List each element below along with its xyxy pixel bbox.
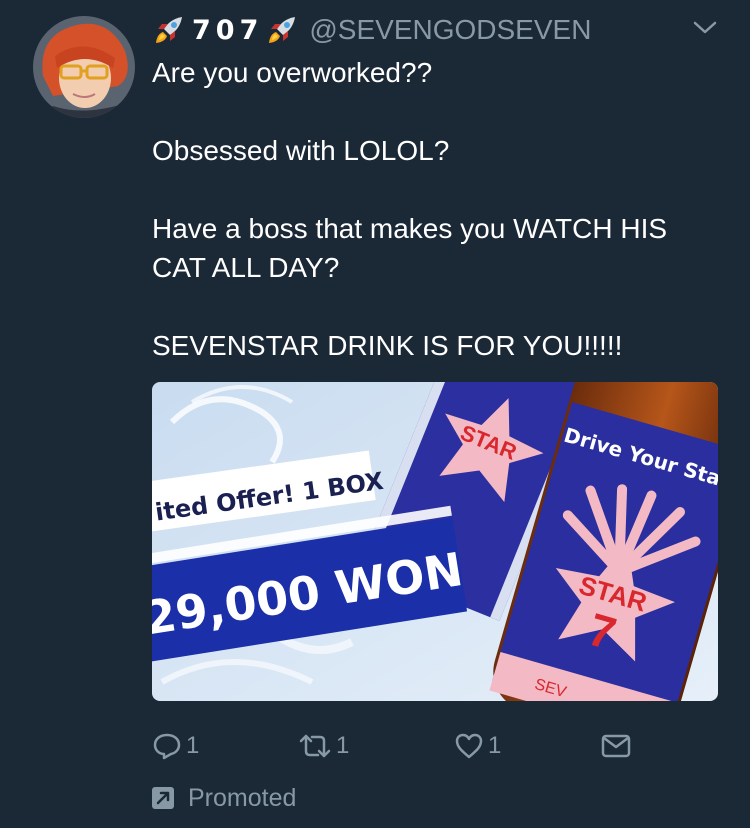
tweet-header: 707 @SEVENGODSEVEN <box>152 10 591 50</box>
like-count: 1 <box>488 732 502 759</box>
reply-count: 1 <box>186 732 200 759</box>
tweet-actions: 1 1 1 <box>152 726 632 766</box>
heart-icon <box>455 733 483 759</box>
display-name[interactable]: 707 <box>152 13 299 47</box>
tweet-paragraph: Are you overworked?? <box>152 57 433 88</box>
promoted-label[interactable]: Promoted <box>152 782 296 814</box>
reply-button[interactable]: 1 <box>152 726 199 766</box>
retweet-button[interactable]: 1 <box>298 726 349 766</box>
rocket-icon <box>269 17 296 43</box>
retweet-icon <box>299 734 331 758</box>
reply-icon <box>153 733 181 760</box>
avatar[interactable] <box>33 16 135 118</box>
user-handle[interactable]: @SEVENGODSEVEN <box>309 14 591 46</box>
promoted-text: Promoted <box>188 783 297 812</box>
chevron-down-icon[interactable] <box>692 20 718 36</box>
media-image[interactable]: STAR ited Offer! 1 BOX 29,000 WON Drive … <box>152 382 718 701</box>
tweet-paragraph: Have a boss that makes you WATCH HIS CAT… <box>152 213 668 283</box>
message-icon <box>601 734 631 758</box>
promoted-arrow-icon <box>152 787 174 809</box>
direct-message-button[interactable] <box>600 726 632 766</box>
like-button[interactable]: 1 <box>454 726 501 766</box>
retweet-count: 1 <box>336 732 350 759</box>
rocket-icon <box>156 17 182 43</box>
tweet-paragraph: SEVENSTAR DRINK IS FOR YOU!!!!! <box>152 330 623 361</box>
tweet-text: Are you overworked?? Obsessed with LOLOL… <box>152 53 712 365</box>
avatar-image <box>33 16 135 118</box>
tweet-paragraph: Obsessed with LOLOL? <box>152 135 450 166</box>
